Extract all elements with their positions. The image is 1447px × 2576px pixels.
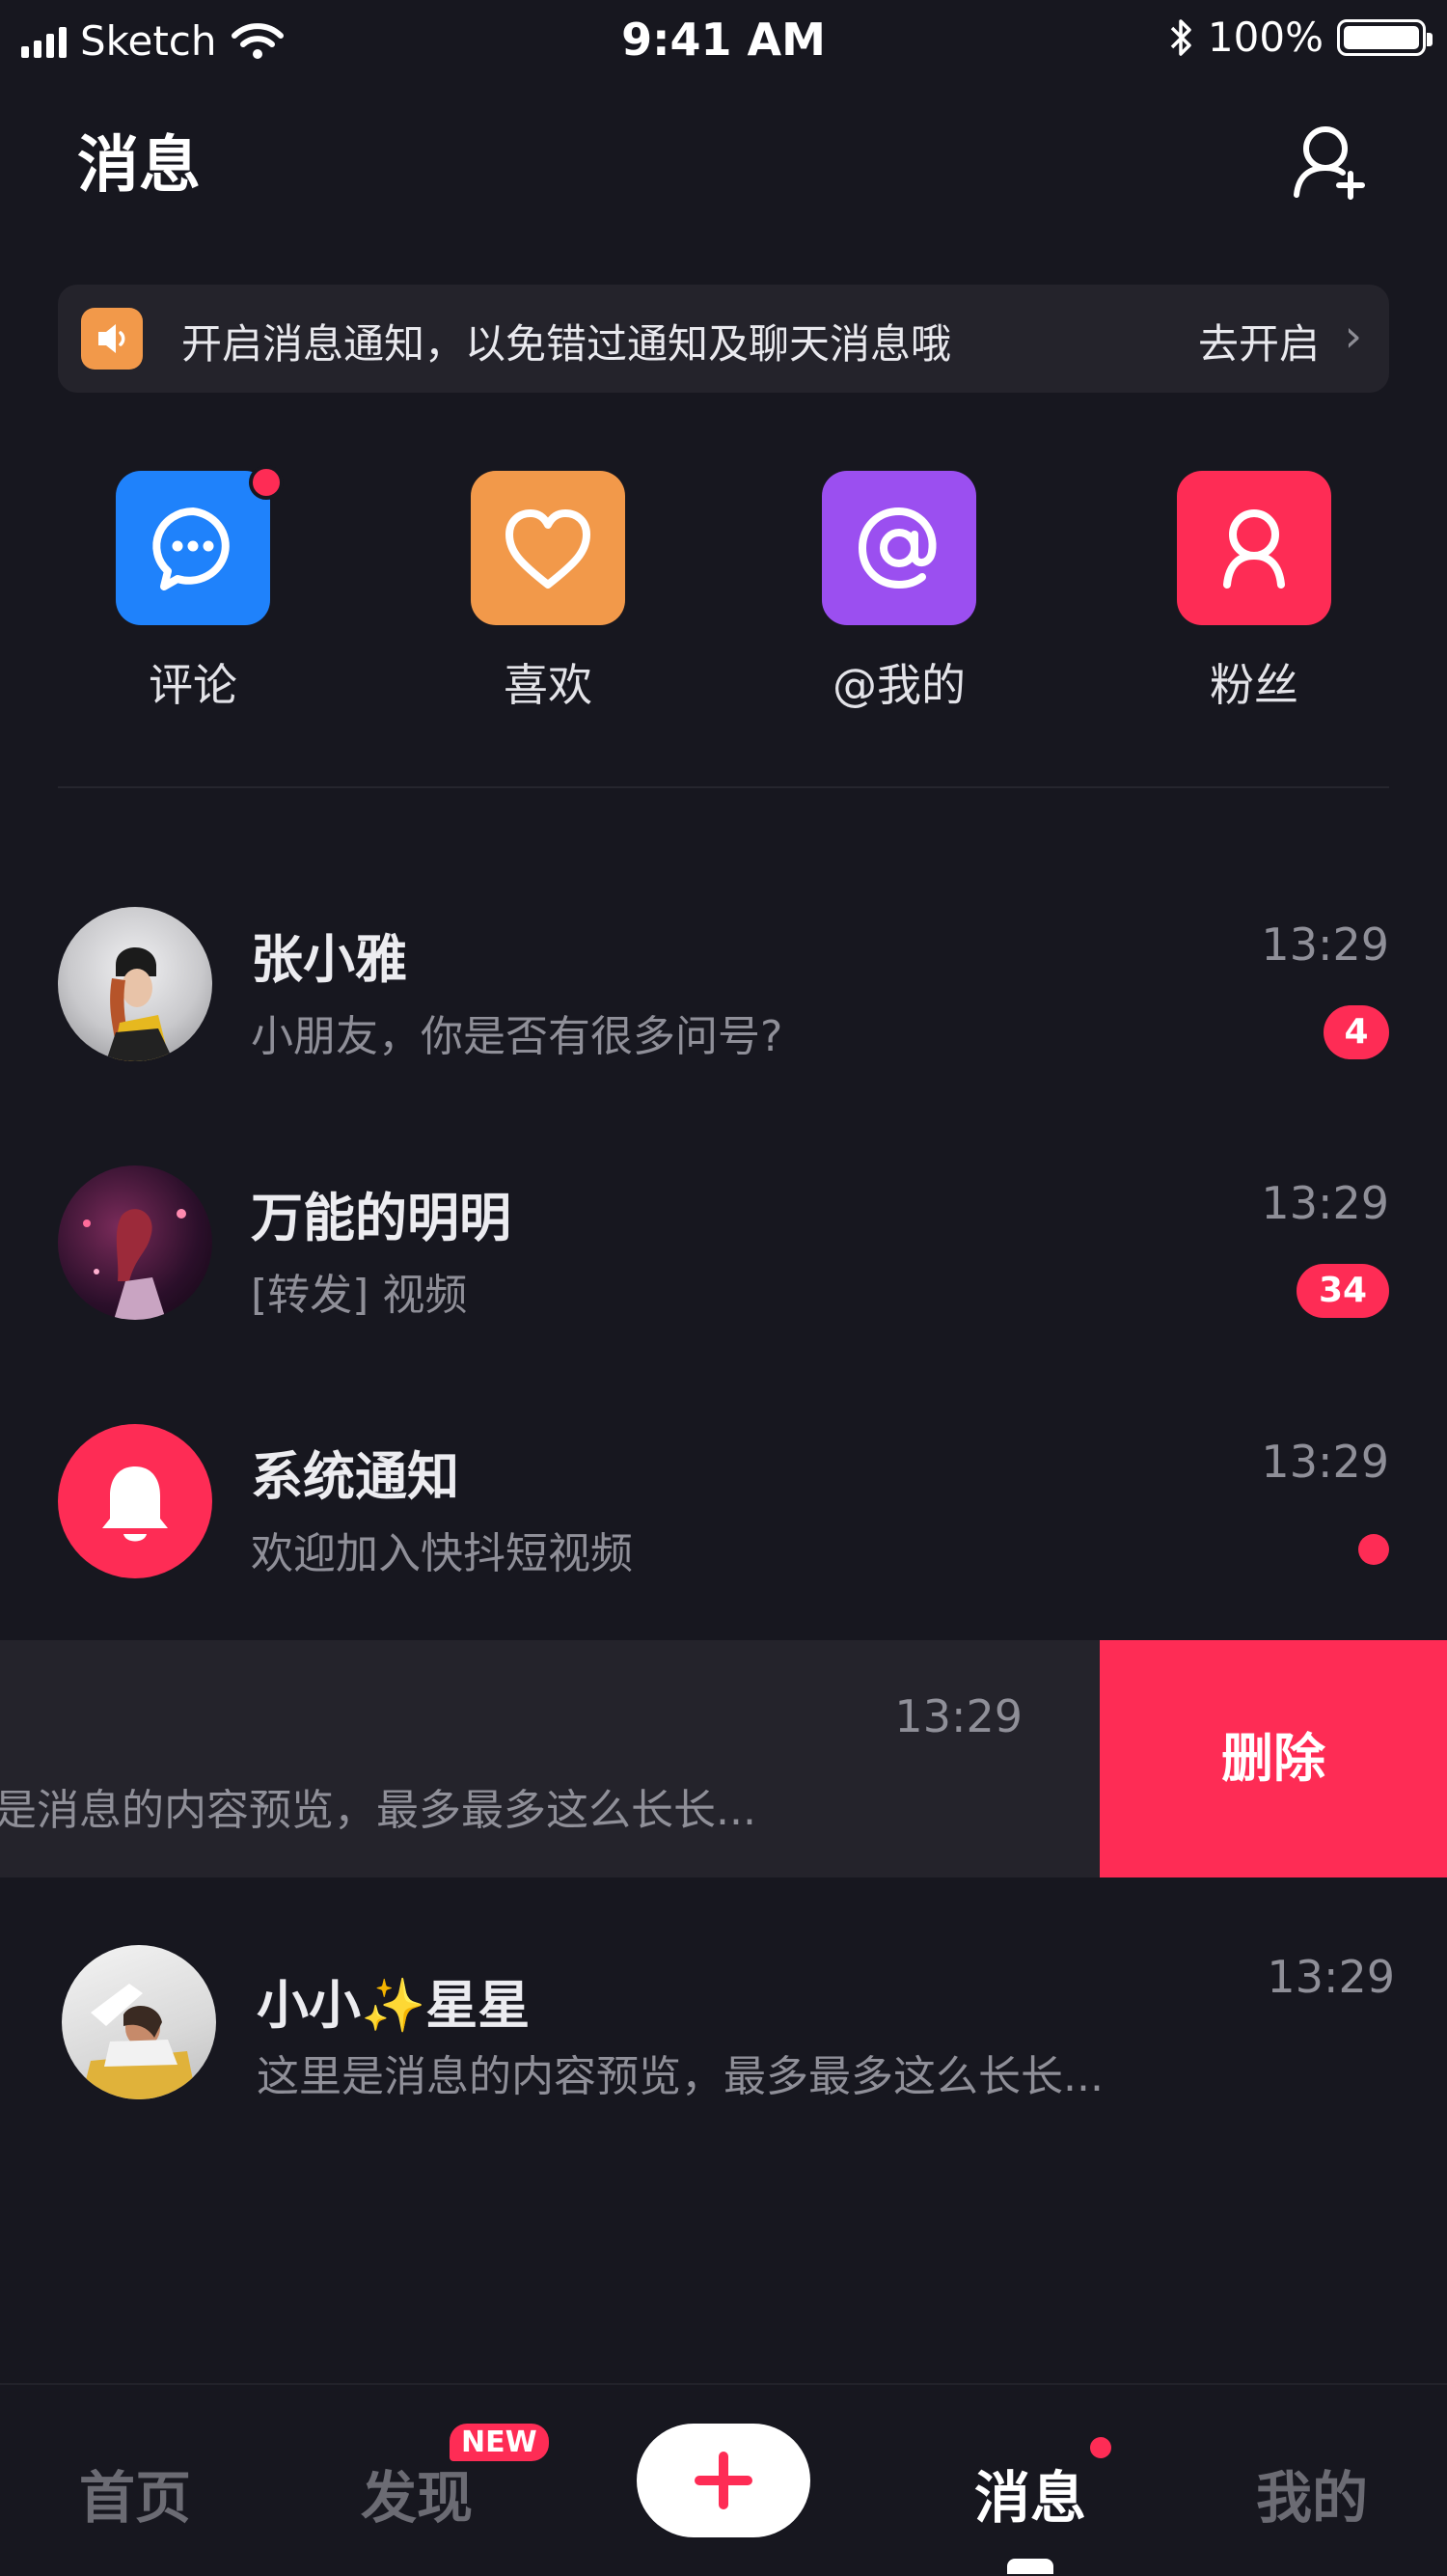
- avatar: [58, 1165, 212, 1320]
- new-badge: NEW: [450, 2424, 549, 2461]
- shortcut-label: 喜欢: [504, 659, 592, 711]
- message-preview: 是消息的内容预览，最多最多这么长长...: [0, 1786, 756, 1835]
- contact-name: 小小✨星星: [257, 1975, 531, 2036]
- tab-bar: 首页 发现 NEW 消息 我的: [0, 2383, 1447, 2576]
- battery-percent: 100%: [1207, 14, 1324, 61]
- unread-count-badge: 34: [1297, 1264, 1389, 1318]
- message-time: 13:29: [1267, 1951, 1395, 2003]
- tab-unread-dot: [1090, 2437, 1111, 2458]
- add-friend-icon[interactable]: [1289, 120, 1370, 201]
- status-bar: Sketch 9:41 AM 100%: [0, 0, 1447, 81]
- conversation-row[interactable]: 万能的明明 [转发] 视频 13:29 34: [0, 1146, 1447, 1339]
- message-time: 13:29: [894, 1690, 1023, 1742]
- contact-name: 张小雅: [251, 929, 407, 990]
- swiped-conversation-row[interactable]: 13:29 是消息的内容预览，最多最多这么长长...: [0, 1640, 1100, 1877]
- tab-discover[interactable]: 发现: [320, 2453, 513, 2534]
- plus-icon: [695, 2452, 752, 2509]
- message-preview: [转发] 视频: [251, 1271, 468, 1320]
- shortcut-likes[interactable]: 喜欢: [432, 471, 625, 712]
- shortcut-label: @我的: [833, 659, 966, 711]
- unread-dot: [249, 465, 284, 500]
- contact-name: 系统通知: [251, 1446, 459, 1507]
- tab-home[interactable]: 首页: [39, 2453, 232, 2534]
- enable-button[interactable]: 去开启: [1198, 312, 1320, 370]
- shortcut-fans[interactable]: 粉丝: [1138, 471, 1331, 712]
- heart-icon: [471, 471, 625, 625]
- conversation-row[interactable]: 张小雅 小朋友，你是否有很多问号? 13:29 4: [0, 888, 1447, 1081]
- conversation-row[interactable]: 系统通知 欢迎加入快抖短视频 13:29: [0, 1405, 1447, 1598]
- unread-dot: [1358, 1534, 1389, 1565]
- avatar: [58, 907, 212, 1061]
- message-preview: 小朋友，你是否有很多问号?: [251, 1012, 783, 1061]
- status-right: 100%: [1169, 14, 1433, 61]
- shortcut-comments[interactable]: 评论: [77, 465, 284, 712]
- message-time: 13:29: [1261, 918, 1389, 971]
- fans-icon: [1177, 471, 1331, 625]
- banner-text: 开启消息通知，以免错过通知及聊天消息哦: [181, 320, 952, 368]
- at-icon: [822, 471, 976, 625]
- home-indicator: [1007, 2559, 1053, 2574]
- message-preview: 欢迎加入快抖短视频: [251, 1529, 633, 1578]
- page-title: 消息: [77, 130, 201, 202]
- message-preview: 这里是消息的内容预览，最多最多这么长长...: [257, 2052, 1104, 2101]
- message-time: 13:29: [1261, 1177, 1389, 1229]
- conversation-row[interactable]: 小小✨星星 这里是消息的内容预览，最多最多这么长长... 13:29: [0, 1932, 1447, 2124]
- shortcut-label: 评论: [149, 659, 237, 711]
- unread-count-badge: 4: [1324, 1005, 1389, 1059]
- tab-messages[interactable]: 消息: [934, 2453, 1127, 2534]
- avatar: [62, 1945, 216, 2099]
- notification-banner[interactable]: 开启消息通知，以免错过通知及聊天消息哦 去开启 ›: [58, 285, 1389, 393]
- chevron-right-icon: ›: [1344, 310, 1362, 362]
- bluetooth-icon: [1170, 18, 1191, 56]
- contact-name: 万能的明明: [251, 1188, 511, 1248]
- comment-icon: [116, 471, 270, 625]
- tab-me[interactable]: 我的: [1215, 2453, 1408, 2534]
- shortcut-mentions[interactable]: @我的: [783, 471, 976, 712]
- shortcut-label: 粉丝: [1210, 659, 1298, 711]
- bell-icon: [58, 1424, 212, 1578]
- divider: [58, 786, 1389, 788]
- speaker-icon: [81, 308, 143, 370]
- battery-icon: [1337, 18, 1433, 56]
- create-button[interactable]: [637, 2424, 810, 2537]
- message-time: 13:29: [1261, 1436, 1389, 1488]
- delete-button[interactable]: 删除: [1100, 1640, 1447, 1877]
